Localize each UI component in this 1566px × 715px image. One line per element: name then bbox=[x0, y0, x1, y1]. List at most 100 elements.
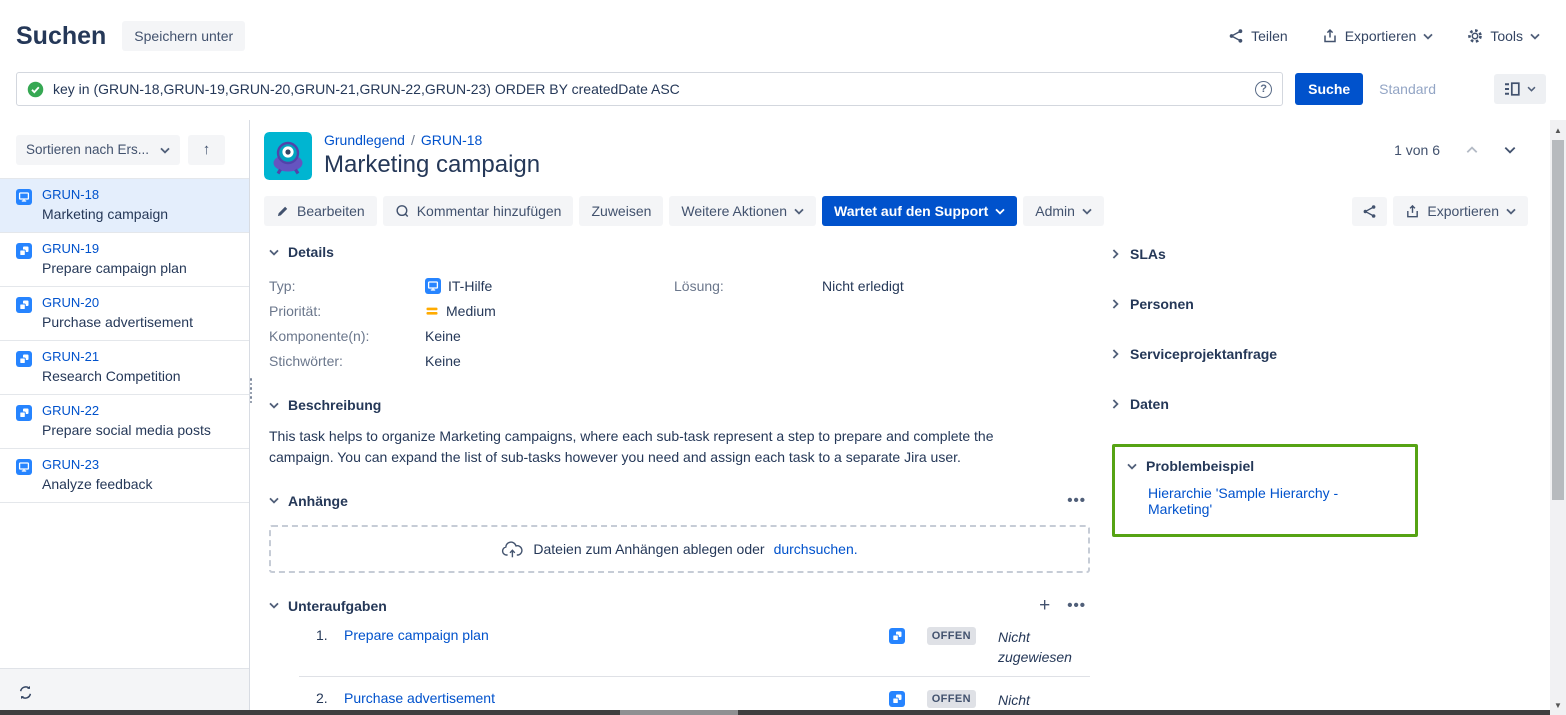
chevron-right-icon bbox=[1112, 249, 1119, 259]
subtask-type-icon bbox=[16, 405, 32, 421]
collapse-chevron-down-icon[interactable] bbox=[269, 402, 279, 409]
vertical-scrollbar[interactable]: ▲ ▼ bbox=[1550, 120, 1566, 715]
detail-view-icon bbox=[1504, 82, 1520, 96]
chevron-down-icon bbox=[1423, 33, 1433, 40]
share-label: Teilen bbox=[1251, 28, 1288, 44]
layout-switcher-button[interactable] bbox=[1494, 74, 1546, 104]
field-label: Typ: bbox=[269, 278, 425, 294]
hierarchy-link[interactable]: Hierarchie 'Sample Hierarchy - Marketing… bbox=[1148, 485, 1403, 517]
add-subtask-button[interactable]: + bbox=[1035, 599, 1054, 613]
chevron-right-icon bbox=[1112, 399, 1119, 409]
issue-summary: Prepare social media posts bbox=[42, 422, 211, 438]
pagination-counter: 1 von 6 bbox=[1394, 142, 1440, 158]
list-item-grun-18[interactable]: GRUN-18 Marketing campaign bbox=[0, 178, 249, 232]
chevron-down-icon bbox=[1127, 463, 1137, 470]
panel-personen[interactable]: Personen bbox=[1112, 294, 1424, 314]
horizontal-scrollbar[interactable] bbox=[0, 710, 1550, 715]
chevron-right-icon bbox=[1112, 299, 1119, 309]
panel-label: Personen bbox=[1130, 296, 1194, 312]
chevron-down-icon bbox=[160, 147, 170, 154]
panel-slas[interactable]: SLAs bbox=[1112, 244, 1424, 264]
list-item-grun-21[interactable]: GRUN-21 Research Competition bbox=[0, 340, 249, 394]
attachment-dropzone[interactable]: Dateien zum Anhängen ablegen oder durchs… bbox=[269, 525, 1090, 573]
status-transition-button[interactable]: Wartet auf den Support bbox=[822, 196, 1017, 226]
scroll-down-arrow-icon[interactable]: ▼ bbox=[1550, 697, 1566, 713]
share-icon bbox=[1228, 28, 1244, 44]
list-item-grun-19[interactable]: GRUN-19 Prepare campaign plan bbox=[0, 232, 249, 286]
collapse-chevron-down-icon[interactable] bbox=[269, 497, 279, 504]
share-button[interactable]: Teilen bbox=[1228, 28, 1288, 44]
issue-detail-view: Grundlegend / GRUN-18 Marketing campaign… bbox=[250, 120, 1550, 715]
sort-dropdown[interactable]: Sortieren nach Ers... bbox=[16, 135, 180, 165]
next-issue-chevron-down-icon[interactable] bbox=[1504, 146, 1516, 154]
status-badge: OFFEN bbox=[927, 627, 976, 645]
subtask-link[interactable]: Purchase advertisement bbox=[344, 690, 889, 706]
page-title: Suchen bbox=[16, 22, 106, 51]
add-comment-button[interactable]: Kommentar hinzufügen bbox=[383, 196, 574, 226]
more-actions-button[interactable]: Weitere Aktionen bbox=[669, 196, 816, 226]
refresh-icon[interactable] bbox=[18, 685, 33, 700]
edit-button[interactable]: Bearbeiten bbox=[264, 196, 377, 226]
chevron-right-icon bbox=[1112, 349, 1119, 359]
results-sidebar: Sortieren nach Ers... ↑ GRUN-18 Marketin… bbox=[0, 120, 250, 715]
issue-list: GRUN-18 Marketing campaign GRUN-19 Prepa… bbox=[0, 178, 249, 503]
subtasks-more-menu[interactable]: ••• bbox=[1063, 597, 1090, 614]
subtask-type-icon bbox=[889, 628, 905, 644]
issue-key: GRUN-21 bbox=[42, 349, 181, 364]
sidebar-resize-handle[interactable] bbox=[250, 378, 253, 403]
attachments-heading: Anhänge bbox=[288, 493, 348, 509]
breadcrumb-separator: / bbox=[411, 132, 415, 148]
issue-key: GRUN-22 bbox=[42, 403, 211, 418]
top-bar: Suchen Speichern unter Teilen Exportiere… bbox=[0, 0, 1566, 66]
description-section: Beschreibung This task helps to organize… bbox=[269, 397, 1090, 468]
panel-serviceprojektanfrage[interactable]: Serviceprojektanfrage bbox=[1112, 344, 1424, 364]
export-issue-button[interactable]: Exportieren bbox=[1393, 196, 1528, 226]
issue-summary: Marketing campaign bbox=[42, 206, 168, 222]
tools-menu-button[interactable]: Tools bbox=[1467, 28, 1540, 44]
panel-daten[interactable]: Daten bbox=[1112, 394, 1424, 414]
sidebar-footer bbox=[0, 668, 249, 715]
subtasks-heading: Unteraufgaben bbox=[288, 598, 387, 614]
subtask-type-icon bbox=[889, 691, 905, 707]
assign-label: Zuweisen bbox=[591, 203, 651, 219]
standard-mode-link[interactable]: Standard bbox=[1379, 81, 1436, 97]
issue-key: GRUN-19 bbox=[42, 241, 187, 256]
list-item-grun-22[interactable]: GRUN-22 Prepare social media posts bbox=[0, 394, 249, 448]
save-as-button[interactable]: Speichern unter bbox=[122, 21, 245, 51]
export-icon bbox=[1322, 28, 1338, 44]
jql-search-input[interactable]: key in (GRUN-18,GRUN-19,GRUN-20,GRUN-21,… bbox=[16, 72, 1283, 106]
list-item-grun-23[interactable]: GRUN-23 Analyze feedback bbox=[0, 448, 249, 503]
collapse-chevron-down-icon[interactable] bbox=[269, 249, 279, 256]
vertical-scrollbar-thumb[interactable] bbox=[1552, 140, 1564, 500]
breadcrumb-issue-link[interactable]: GRUN-18 bbox=[421, 132, 482, 148]
search-button[interactable]: Suche bbox=[1295, 73, 1363, 105]
sort-direction-button[interactable]: ↑ bbox=[188, 135, 225, 165]
result-pagination: 1 von 6 bbox=[1394, 142, 1516, 158]
field-value: Keine bbox=[425, 353, 461, 369]
it-help-type-icon bbox=[16, 459, 32, 475]
field-value: Medium bbox=[446, 303, 496, 319]
more-actions-label: Weitere Aktionen bbox=[681, 203, 787, 219]
list-item-grun-20[interactable]: GRUN-20 Purchase advertisement bbox=[0, 286, 249, 340]
comment-bubble-icon bbox=[395, 204, 410, 219]
browse-files-link[interactable]: durchsuchen. bbox=[774, 541, 858, 557]
share-issue-button[interactable] bbox=[1352, 197, 1387, 226]
issue-key: GRUN-18 bbox=[42, 187, 168, 202]
search-row: key in (GRUN-18,GRUN-19,GRUN-20,GRUN-21,… bbox=[0, 66, 1566, 120]
scroll-up-arrow-icon[interactable]: ▲ bbox=[1550, 122, 1566, 138]
panel-problembeispiel[interactable]: Problembeispiel bbox=[1127, 458, 1403, 474]
status-label: Wartet auf den Support bbox=[834, 203, 988, 219]
syntax-help-icon[interactable]: ? bbox=[1255, 81, 1272, 98]
breadcrumb-project-link[interactable]: Grundlegend bbox=[324, 132, 405, 148]
it-help-type-icon bbox=[16, 189, 32, 205]
assign-button[interactable]: Zuweisen bbox=[579, 196, 663, 226]
collapse-chevron-down-icon[interactable] bbox=[269, 602, 279, 609]
admin-menu-button[interactable]: Admin bbox=[1023, 196, 1104, 226]
attachments-more-menu[interactable]: ••• bbox=[1063, 492, 1090, 509]
export-menu-button[interactable]: Exportieren bbox=[1322, 28, 1434, 44]
chevron-down-icon bbox=[1530, 33, 1540, 40]
horizontal-scrollbar-thumb[interactable] bbox=[620, 710, 738, 715]
previous-issue-chevron-up-icon[interactable] bbox=[1466, 146, 1478, 154]
subtask-link[interactable]: Prepare campaign plan bbox=[344, 627, 889, 643]
arrow-up-icon: ↑ bbox=[203, 142, 211, 158]
